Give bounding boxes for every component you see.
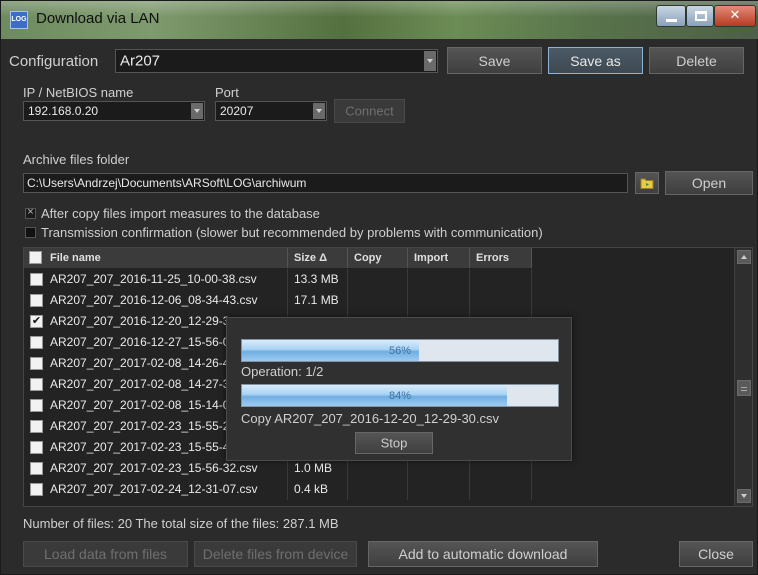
transmission-confirmation-label: Transmission confirmation (slower but re… — [41, 225, 543, 240]
delete-files-label: Delete files from device — [202, 546, 349, 562]
cell-import — [408, 479, 470, 500]
column-file-name[interactable]: File name — [24, 248, 288, 268]
select-all-checkbox[interactable] — [29, 251, 42, 264]
close-button-label: Close — [698, 546, 734, 562]
transmission-confirmation-checkbox[interactable] — [25, 227, 36, 238]
ip-address-value: 192.168.0.20 — [28, 104, 99, 118]
configuration-select[interactable]: Ar207 — [115, 49, 438, 73]
open-button-label: Open — [691, 175, 727, 191]
download-via-lan-window: LOG Download via LAN ✕ Configuration Ar2… — [0, 0, 758, 575]
ip-address-field[interactable]: 192.168.0.20 — [23, 101, 205, 121]
scroll-down-icon[interactable] — [737, 489, 751, 503]
app-log-icon: LOG — [10, 11, 28, 29]
connect-button-label: Connect — [345, 103, 394, 119]
operation-text: Operation: 1/2 — [241, 364, 324, 379]
browse-folder-button[interactable] — [635, 172, 659, 194]
stop-button-label: Stop — [380, 435, 408, 451]
cell-import — [408, 269, 470, 290]
delete-button-label: Delete — [676, 52, 717, 69]
save-button-label: Save — [478, 52, 511, 69]
cell-copy — [348, 479, 408, 500]
port-label: Port — [215, 85, 239, 100]
vertical-scrollbar[interactable] — [734, 248, 752, 506]
progress-dialog: 56% Operation: 1/2 84% Copy AR207_207_20… — [226, 317, 572, 461]
cell-import — [408, 290, 470, 311]
add-automatic-download-label: Add to automatic download — [398, 546, 568, 562]
configuration-label: Configuration — [9, 53, 99, 70]
table-row[interactable]: AR207_207_2017-02-23_15-56-32.csv 1.0 MB — [24, 458, 532, 479]
close-button[interactable]: Close — [679, 541, 753, 567]
cell-import — [408, 458, 470, 479]
port-field[interactable]: 20207 — [215, 101, 327, 121]
table-header: File name Size Δ Copy Import Errors — [24, 248, 532, 268]
window-title: Download via LAN — [36, 10, 160, 27]
save-as-button-label: Save as — [570, 52, 621, 69]
current-file-text: Copy AR207_207_2016-12-20_12-29-30.csv — [241, 411, 500, 426]
chevron-down-icon — [313, 103, 325, 119]
archive-path-value: C:\Users\Andrzej\Documents\ARSoft\LOG\ar… — [27, 176, 307, 190]
maximize-icon — [695, 11, 707, 21]
scroll-up-icon[interactable] — [737, 250, 751, 264]
cell-name: AR207_207_2016-11-25_10-00-38.csv — [24, 269, 288, 290]
cell-name: AR207_207_2017-02-24_12-31-07.csv — [24, 479, 288, 500]
open-folder-button[interactable]: Open — [665, 171, 753, 195]
ip-label: IP / NetBIOS name — [23, 85, 134, 100]
stop-button[interactable]: Stop — [355, 432, 433, 454]
import-measures-checkbox[interactable]: × — [25, 206, 36, 219]
cell-errors — [470, 479, 532, 500]
configuration-value: Ar207 — [120, 52, 161, 70]
cell-name: AR207_207_2017-02-23_15-56-32.csv — [24, 458, 288, 479]
cell-copy — [348, 269, 408, 290]
port-value: 20207 — [220, 104, 254, 118]
overall-progress-bar: 56% — [241, 339, 559, 362]
table-row[interactable]: AR207_207_2017-02-24_12-31-07.csv 0.4 kB — [24, 479, 532, 500]
overall-progress-percent: 56% — [388, 344, 412, 357]
archive-path-input[interactable]: C:\Users\Andrzej\Documents\ARSoft\LOG\ar… — [23, 173, 628, 193]
cell-size: 1.0 MB — [288, 458, 348, 479]
maximize-button[interactable] — [686, 5, 714, 27]
cell-copy — [348, 290, 408, 311]
files-summary: Number of files: 20 The total size of th… — [23, 516, 339, 531]
cell-size: 13.3 MB — [288, 269, 348, 290]
cell-name: AR207_207_2016-12-06_08-34-43.csv — [24, 290, 288, 311]
column-copy[interactable]: Copy — [348, 248, 408, 268]
file-progress-percent: 84% — [388, 389, 412, 402]
close-window-button[interactable]: ✕ — [714, 5, 756, 27]
connect-button[interactable]: Connect — [334, 99, 405, 123]
minimize-button[interactable] — [656, 5, 686, 27]
table-row[interactable]: AR207_207_2016-11-25_10-00-38.csv 13.3 MB — [24, 269, 532, 290]
column-errors[interactable]: Errors — [470, 248, 532, 268]
load-data-button[interactable]: Load data from files — [23, 541, 188, 567]
column-import[interactable]: Import — [408, 248, 470, 268]
close-icon: ✕ — [729, 7, 741, 22]
delete-button[interactable]: Delete — [649, 47, 744, 74]
cell-errors — [470, 269, 532, 290]
folder-icon — [640, 178, 654, 189]
cell-errors — [470, 290, 532, 311]
cell-errors — [470, 458, 532, 479]
column-size[interactable]: Size Δ — [288, 248, 348, 268]
scroll-thumb[interactable] — [737, 380, 751, 396]
add-automatic-download-button[interactable]: Add to automatic download — [368, 541, 598, 567]
cell-size: 17.1 MB — [288, 290, 348, 311]
save-button[interactable]: Save — [447, 47, 542, 74]
chevron-down-icon — [191, 103, 203, 119]
checkbox-mark: × — [27, 206, 34, 218]
table-row[interactable]: AR207_207_2016-12-06_08-34-43.csv 17.1 MB — [24, 290, 532, 311]
archive-folder-label: Archive files folder — [23, 152, 130, 167]
save-as-button[interactable]: Save as — [548, 47, 643, 74]
chevron-down-icon — [424, 51, 436, 71]
cell-copy — [348, 458, 408, 479]
delete-files-button[interactable]: Delete files from device — [194, 541, 357, 567]
file-progress-bar: 84% — [241, 384, 559, 407]
minimize-icon — [666, 19, 677, 22]
load-data-label: Load data from files — [44, 546, 167, 562]
import-measures-label: After copy files import measures to the … — [41, 206, 320, 221]
cell-size: 0.4 kB — [288, 479, 348, 500]
title-bar[interactable]: LOG Download via LAN ✕ — [1, 1, 758, 39]
